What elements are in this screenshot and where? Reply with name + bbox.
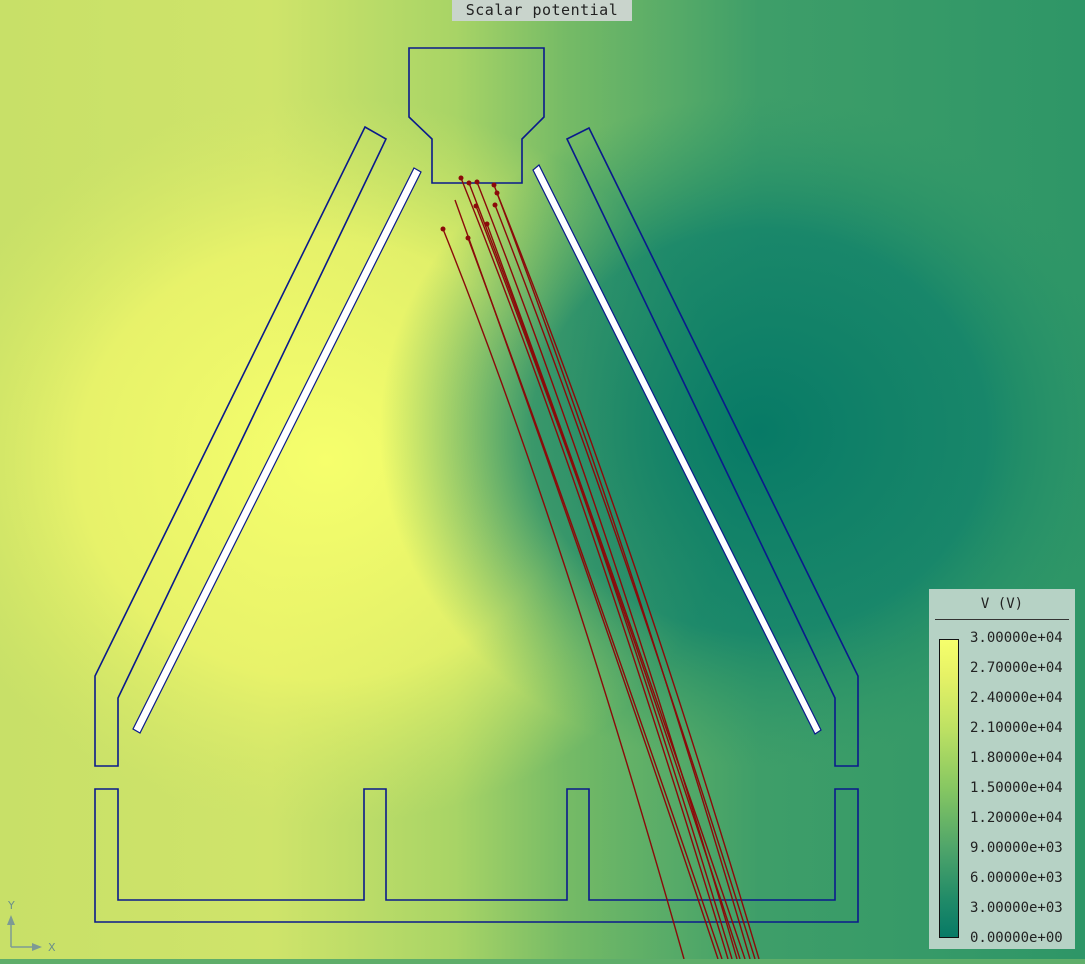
plot-title: Scalar potential [452, 0, 632, 21]
potential-field [0, 0, 1085, 960]
start-point [492, 202, 498, 208]
start-point [465, 235, 471, 241]
legend-tick-label: 1.80000e+04 [970, 750, 1063, 766]
color-legend: V (V) 3.00000e+04 2.70000e+04 2.40000e+0… [929, 589, 1075, 949]
legend-divider [935, 619, 1069, 620]
legend-tick-label: 2.40000e+04 [970, 690, 1063, 706]
start-point [473, 203, 479, 209]
axes-orientation-icon: Y X [0, 895, 64, 959]
legend-tick-label: 1.50000e+04 [970, 780, 1063, 796]
x-axis-label: X [48, 941, 56, 954]
legend-title: V (V) [980, 596, 1024, 612]
legend-tick-label: 3.00000e+04 [970, 630, 1063, 646]
legend-tick-label: 1.20000e+04 [970, 810, 1063, 826]
start-point [440, 226, 446, 232]
start-point [484, 221, 490, 227]
start-point [466, 180, 472, 186]
start-point [494, 190, 500, 196]
start-point [474, 179, 480, 185]
legend-tick-label: 2.70000e+04 [970, 660, 1063, 676]
legend-tick-label: 6.00000e+03 [970, 870, 1063, 886]
legend-tick-label: 2.10000e+04 [970, 720, 1063, 736]
potential-plot: Scalar potential V (V) 3.00000e+04 2.700… [0, 0, 1085, 960]
start-point [491, 182, 497, 188]
legend-tick-label: 3.00000e+03 [970, 900, 1063, 916]
y-axis-label: Y [8, 899, 15, 912]
legend-tick-label: 0.00000e+00 [970, 930, 1063, 946]
color-scale-bar [939, 639, 959, 938]
start-point [458, 175, 464, 181]
legend-tick-label: 9.00000e+03 [970, 840, 1063, 856]
